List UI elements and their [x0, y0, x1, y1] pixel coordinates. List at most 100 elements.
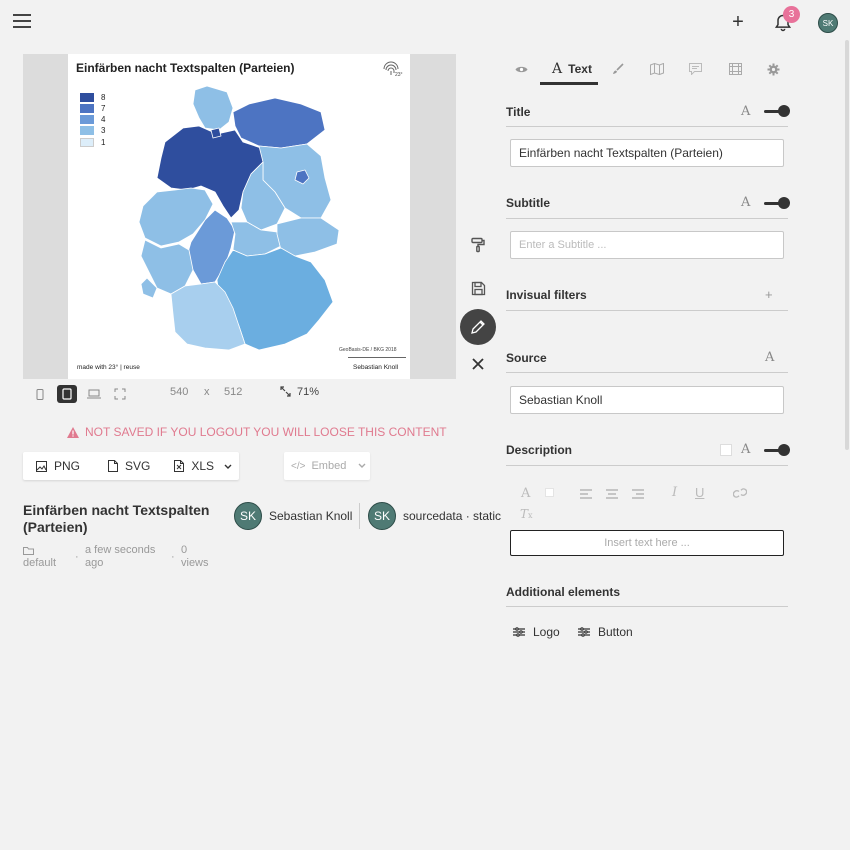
legend-swatch: [80, 114, 94, 124]
laptop-size-icon[interactable]: [84, 385, 104, 403]
made-with-text: made with 23° | reuse: [77, 364, 140, 371]
add-logo-button[interactable]: Logo: [513, 625, 560, 639]
add-logo-label: Logo: [533, 625, 560, 639]
subtitle-font-icon[interactable]: A: [741, 195, 750, 210]
geobasis-credit: GeoBasis-DE / BKG 2018: [339, 347, 397, 353]
map-icon: [650, 63, 664, 75]
source-input[interactable]: Sebastian Knoll: [510, 386, 784, 414]
folder-name[interactable]: default: [23, 557, 56, 570]
align-left-icon[interactable]: [580, 488, 592, 502]
chart-name: Einfärben nacht Textspalten (Parteien): [23, 502, 210, 535]
tab-preview[interactable]: [510, 54, 532, 84]
description-font-icon[interactable]: A: [741, 442, 750, 457]
legend-label: 3: [101, 125, 106, 135]
legend-label: 1: [101, 137, 106, 147]
tab-text[interactable]: A Text: [544, 54, 600, 84]
warning-icon: [67, 426, 79, 438]
source-font-icon[interactable]: A: [765, 350, 774, 365]
link-icon[interactable]: [732, 487, 748, 502]
export-toolbar: PNG SVG XLS: [23, 452, 239, 480]
user-avatar[interactable]: SK: [818, 13, 838, 33]
description-section-label: Description: [506, 443, 573, 457]
description-color-swatch[interactable]: [720, 444, 732, 456]
description-toggle[interactable]: [764, 444, 790, 456]
germany-map: [138, 85, 340, 351]
folder-icon: [23, 544, 34, 558]
meta-dot: ·: [75, 551, 79, 563]
save-icon[interactable]: [460, 270, 496, 306]
text-icon: A: [552, 61, 563, 77]
title-input[interactable]: Einfärben nacht Textspalten (Parteien): [510, 139, 784, 167]
font-color-icon[interactable]: A: [521, 486, 530, 501]
title-divider: [506, 126, 788, 127]
edit-pencil-icon[interactable]: [460, 309, 496, 345]
align-right-icon[interactable]: [632, 488, 644, 502]
sliders-icon: [513, 627, 525, 637]
meta-dot: ·: [171, 551, 175, 563]
unsaved-warning: NOT SAVED IF YOU LOGOUT YOU WILL LOOSE T…: [67, 425, 447, 439]
export-svg-button[interactable]: SVG: [80, 459, 150, 473]
subtitle-toggle[interactable]: [764, 197, 790, 209]
export-xls-button[interactable]: XLS: [150, 459, 214, 473]
menu-icon[interactable]: [13, 14, 31, 28]
title-toggle[interactable]: [764, 105, 790, 117]
italic-icon[interactable]: I: [672, 485, 677, 500]
sliders-icon: [578, 627, 590, 637]
additional-section-label: Additional elements: [506, 585, 621, 599]
legend-label: 8: [101, 92, 106, 102]
legend-item: 7: [80, 103, 105, 113]
source-section-label: Source: [506, 351, 547, 365]
views-count: 0: [181, 544, 188, 556]
mobile-size-icon[interactable]: [30, 385, 50, 403]
notification-badge: 3: [783, 6, 800, 23]
export-dropdown-icon[interactable]: [224, 459, 232, 473]
export-svg-label: SVG: [125, 459, 151, 473]
legend-swatch: [80, 137, 94, 147]
clear-format-icon[interactable]: Tx: [520, 507, 533, 521]
active-tab-indicator: [540, 82, 598, 85]
description-textarea[interactable]: Insert text here ...: [510, 530, 784, 556]
tablet-size-icon[interactable]: [57, 385, 77, 403]
fingerprint-logo-icon: 23°: [381, 60, 403, 78]
title-font-icon[interactable]: A: [741, 104, 750, 119]
author-name[interactable]: Sebastian Knoll: [269, 509, 352, 523]
warning-text: NOT SAVED IF YOU LOGOUT YOU WILL LOOSE T…: [85, 425, 447, 439]
close-icon[interactable]: [460, 346, 496, 382]
legend-swatch: [80, 125, 94, 135]
chart-title: Einfärben nacht Textspalten (Parteien): [76, 61, 295, 75]
underline-icon[interactable]: U: [695, 485, 704, 500]
paint-roller-icon[interactable]: [460, 227, 496, 263]
brush-icon: [613, 63, 624, 74]
svg-text:23°: 23°: [395, 72, 403, 78]
tab-style[interactable]: [608, 54, 628, 84]
embed-label: Embed: [311, 460, 347, 472]
source-name[interactable]: sourcedata · static: [403, 509, 501, 523]
modified-time: a few seconds ago: [85, 544, 156, 569]
title-section-label: Title: [506, 105, 531, 119]
author-divider: [359, 503, 360, 529]
align-center-icon[interactable]: [606, 488, 618, 502]
tab-layout[interactable]: [724, 54, 746, 84]
tab-settings[interactable]: [762, 54, 784, 84]
add-button-element[interactable]: Button: [578, 625, 633, 639]
description-divider: [506, 465, 788, 466]
embed-button[interactable]: </> Embed: [284, 452, 370, 480]
subtitle-input[interactable]: Enter a Subtitle ...: [510, 231, 784, 259]
highlight-color-icon[interactable]: [545, 488, 554, 497]
additional-divider: [506, 606, 788, 607]
width-value[interactable]: 540: [170, 386, 188, 398]
add-button[interactable]: +: [728, 11, 748, 33]
export-png-button[interactable]: PNG: [23, 459, 80, 473]
tab-map[interactable]: [646, 54, 668, 84]
legend-swatch: [80, 92, 94, 102]
source-avatar[interactable]: SK: [368, 502, 396, 530]
add-filter-button[interactable]: +: [765, 287, 773, 302]
views-label: views: [181, 557, 209, 569]
tab-annotations[interactable]: [684, 54, 706, 84]
fullscreen-icon[interactable]: [110, 385, 130, 403]
author-avatar[interactable]: SK: [234, 502, 262, 530]
scrollbar[interactable]: [845, 40, 849, 450]
zoom-level: 71%: [297, 386, 320, 398]
height-value[interactable]: 512: [224, 386, 242, 398]
zoom-icon[interactable]: [280, 386, 291, 400]
